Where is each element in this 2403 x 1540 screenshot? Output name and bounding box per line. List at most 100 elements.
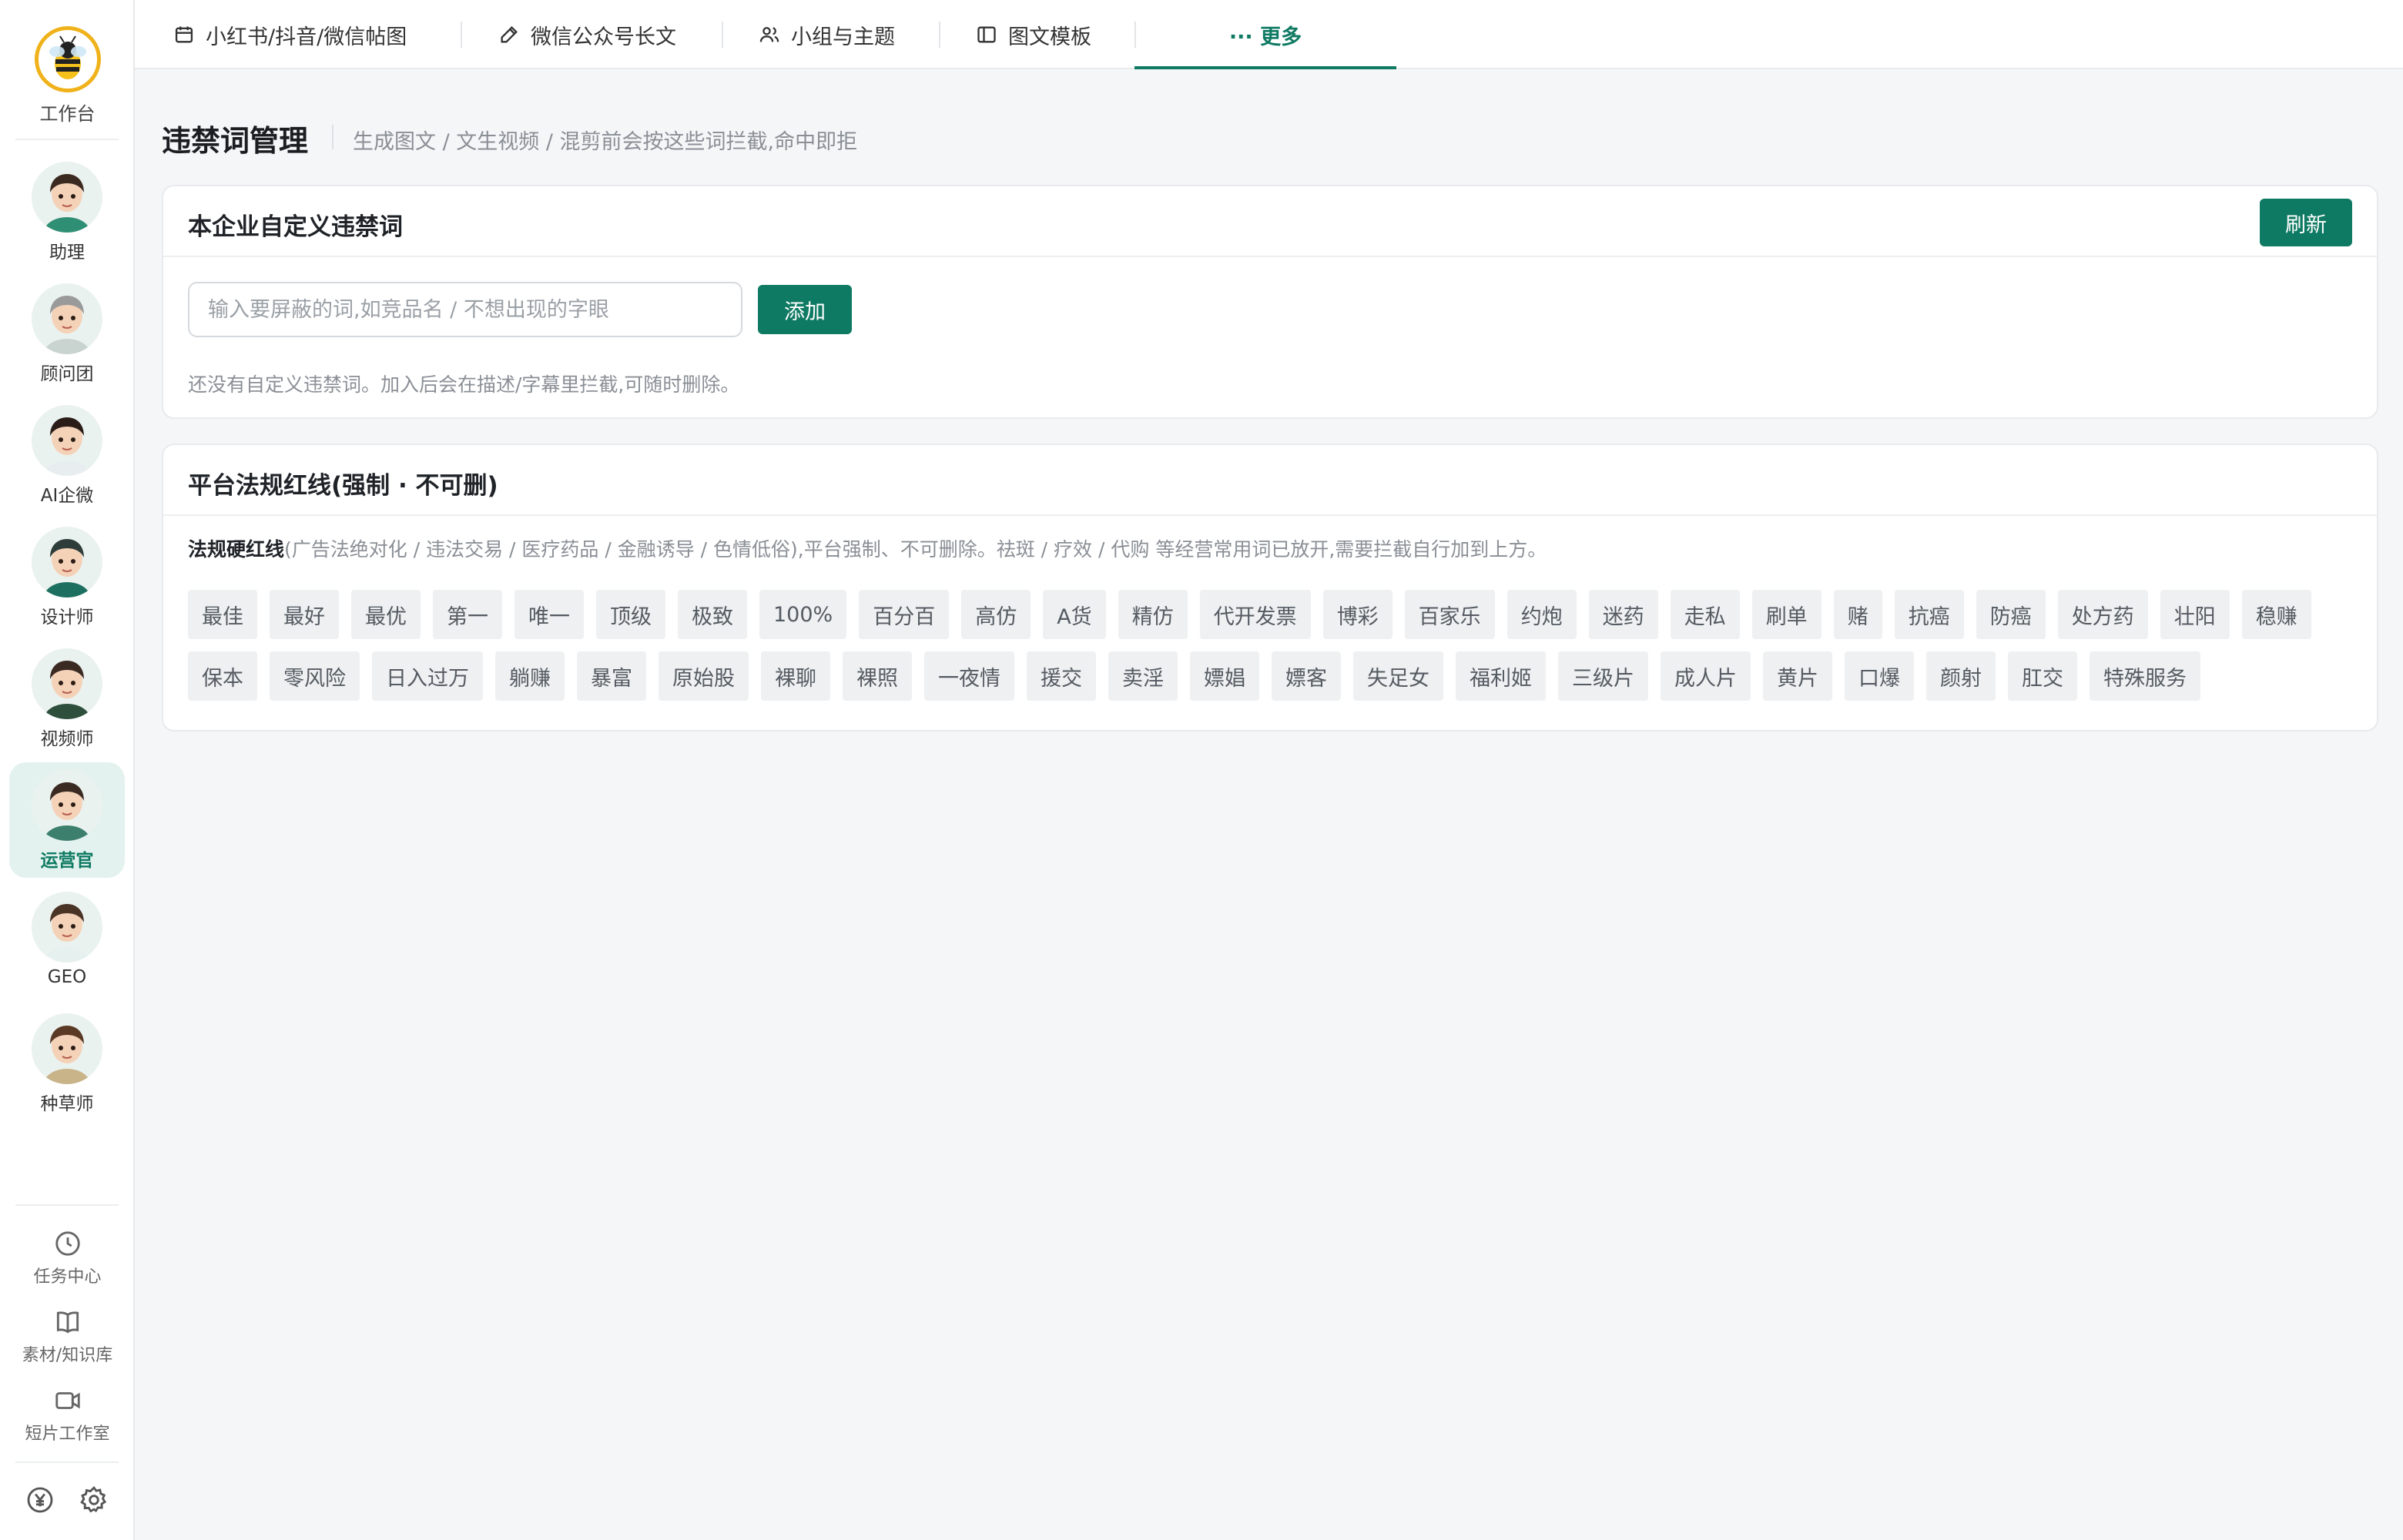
sidebar-item-geo[interactable]: GEO xyxy=(9,884,125,999)
tab-more[interactable]: ··· 更多 xyxy=(1134,0,1396,69)
users-icon xyxy=(759,27,779,42)
avatar xyxy=(32,405,102,476)
banned-word-tag: 成人片 xyxy=(1661,651,1751,701)
yen-icon[interactable] xyxy=(25,1485,55,1515)
title-separator xyxy=(332,125,333,149)
banned-word-tag-list: 最佳 最好 最优 第一 唯一 顶级 极致 100% 百分百 高仿 A货 精仿 代开发票 博彩 百家乐 约炮 迷药… xyxy=(188,590,2368,701)
sidebar-item-label: 助理 xyxy=(49,243,85,263)
banned-word-tag: 稳赚 xyxy=(2241,590,2311,639)
rule-text: (广告法绝对化 / 违法交易 / 医疗药品 / 金融诱导 / 色情低俗),平台强… xyxy=(284,538,1547,561)
banned-word-tag: 三级片 xyxy=(1558,651,1648,701)
banned-word-tag: 保本 xyxy=(188,651,257,701)
banned-word-tag: 嫖娼 xyxy=(1190,651,1259,701)
sidebar-item-short-film-studio[interactable]: 短片工作室 xyxy=(0,1386,135,1445)
tab-label: 图文模板 xyxy=(1008,25,1091,49)
page-title: 违禁词管理 xyxy=(162,124,309,158)
tab-templates[interactable]: 图文模板 xyxy=(976,0,1091,69)
sidebar-item-ai-wecom[interactable]: AI企微 xyxy=(9,397,125,513)
sidebar-item-task-center[interactable]: 任务中心 xyxy=(0,1229,135,1287)
avatar xyxy=(32,770,102,841)
tab-wechat-article[interactable]: 微信公众号长文 xyxy=(498,0,676,69)
banned-word-tag: 裸聊 xyxy=(761,651,830,701)
workspace-label: 工作台 xyxy=(39,103,96,125)
tab-groups-topics[interactable]: 小组与主题 xyxy=(759,0,895,69)
banned-word-tag: 处方药 xyxy=(2057,590,2148,639)
sidebar-item-advisors[interactable]: 顾问团 xyxy=(9,276,125,391)
tab-separator xyxy=(939,22,940,48)
sidebar-item-seeder[interactable]: 种草师 xyxy=(9,1006,125,1121)
sidebar-item-knowledge-base[interactable]: 素材/知识库 xyxy=(0,1307,135,1366)
tab-label: 小红书/抖音/微信帖图 xyxy=(206,25,407,49)
empty-hint: 还没有自定义违禁词。加入后会在描述/字幕里拦截,可随时删除。 xyxy=(188,373,740,396)
banned-word-tag: 走私 xyxy=(1670,590,1740,639)
avatar xyxy=(32,527,102,598)
banned-word-tag: A货 xyxy=(1043,590,1106,639)
banned-word-tag: 嫖客 xyxy=(1272,651,1341,701)
banned-word-tag: 高仿 xyxy=(961,590,1031,639)
sidebar-item-assistant[interactable]: 助理 xyxy=(9,154,125,270)
add-button[interactable]: 添加 xyxy=(758,285,852,334)
clock-icon xyxy=(55,1231,80,1256)
banned-word-tag: 失足女 xyxy=(1353,651,1443,701)
banned-word-tag: 卖淫 xyxy=(1108,651,1178,701)
banned-word-tag: 特殊服务 xyxy=(2090,651,2200,701)
video-icon xyxy=(55,1392,80,1409)
card-header: 平台法规红线(强制 · 不可删) xyxy=(163,445,2377,516)
avatar xyxy=(32,1013,102,1084)
refresh-button[interactable]: 刷新 xyxy=(2260,199,2352,246)
pencil-icon xyxy=(501,26,518,43)
banned-word-tag: 口爆 xyxy=(1845,651,1914,701)
banned-word-tag: 顶级 xyxy=(596,590,665,639)
banned-word-tag: 极致 xyxy=(678,590,747,639)
banned-word-tag: 百分百 xyxy=(859,590,950,639)
custom-words-card: 本企业自定义违禁词 刷新 添加 还没有自定义违禁词。加入后会在描述/字幕里拦截,… xyxy=(162,185,2378,419)
banned-word-tag: 躺赚 xyxy=(495,651,565,701)
gear-icon[interactable] xyxy=(79,1485,109,1515)
tab-label: ··· 更多 xyxy=(1228,25,1302,49)
banned-word-tag: 唯一 xyxy=(514,590,584,639)
banned-word-input[interactable] xyxy=(188,282,742,337)
banned-word-tag: 一夜情 xyxy=(924,651,1014,701)
card-title: 平台法规红线(强制 · 不可删) xyxy=(188,472,498,500)
sidebar-item-designer[interactable]: 设计师 xyxy=(9,519,125,634)
banned-word-tag: 最好 xyxy=(270,590,339,639)
sidebar-item-label: 视频师 xyxy=(40,729,94,749)
avatar xyxy=(32,892,102,962)
workspace-button[interactable]: 工作台 xyxy=(0,26,135,126)
rule-description: 法规硬红线(广告法绝对化 / 违法交易 / 医疗药品 / 金融诱导 / 色情低俗… xyxy=(188,534,1547,562)
avatar xyxy=(32,283,102,354)
tab-label: 小组与主题 xyxy=(791,25,895,49)
bee-logo-icon xyxy=(34,26,101,92)
banned-word-tag: 暴富 xyxy=(577,651,646,701)
banned-word-tag: 精仿 xyxy=(1118,590,1188,639)
sidebar-item-label: 设计师 xyxy=(40,608,94,628)
sidebar-item-label: 短片工作室 xyxy=(25,1424,110,1444)
banned-word-tag: 最佳 xyxy=(188,590,257,639)
banned-word-tag: 零风险 xyxy=(270,651,360,701)
sidebar: 工作台 助理顾问团 AI企微设计师视频师运营官 GEO 种草师 任务中心 素材/知识库… xyxy=(0,0,135,1540)
avatar xyxy=(32,648,102,719)
banned-word-tag: 赌 xyxy=(1833,590,1882,639)
card-title: 本企业自定义违禁词 xyxy=(188,213,403,241)
banned-word-tag: 刷单 xyxy=(1751,590,1822,639)
sidebar-item-label: 运营官 xyxy=(40,851,94,871)
banned-word-tag: 第一 xyxy=(433,590,502,639)
banned-word-tag: 颜射 xyxy=(1926,651,1996,701)
platform-redline-card: 平台法规红线(强制 · 不可删) 法规硬红线(广告法绝对化 / 违法交易 / 医… xyxy=(162,444,2378,732)
banned-word-tag: 迷药 xyxy=(1588,590,1658,639)
sidebar-item-videographer[interactable]: 视频师 xyxy=(9,641,125,756)
banned-word-tag: 约炮 xyxy=(1506,590,1577,639)
sidebar-item-operator[interactable]: 运营官 xyxy=(9,762,125,878)
tab-separator xyxy=(722,22,723,48)
banned-word-tag: 壮阳 xyxy=(2160,590,2230,639)
banned-word-tag: 防癌 xyxy=(1976,590,2046,639)
banned-word-tag: 最优 xyxy=(351,590,421,639)
sidebar-item-label: 任务中心 xyxy=(33,1267,102,1287)
page-subtitle: 生成图文 / 文生视频 / 混剪前会按这些词拦截,命中即拒 xyxy=(353,130,858,154)
tab-separator xyxy=(461,22,462,48)
banned-word-tag: 福利姬 xyxy=(1456,651,1546,701)
top-tab-bar: 小红书/抖音/微信帖图 微信公众号长文 小组与主题 图文模板 ··· 更多 xyxy=(135,0,2403,69)
layout-icon xyxy=(977,26,996,43)
tab-posts[interactable]: 小红书/抖音/微信帖图 xyxy=(173,0,407,69)
banned-word-tag: 100% xyxy=(759,590,847,639)
